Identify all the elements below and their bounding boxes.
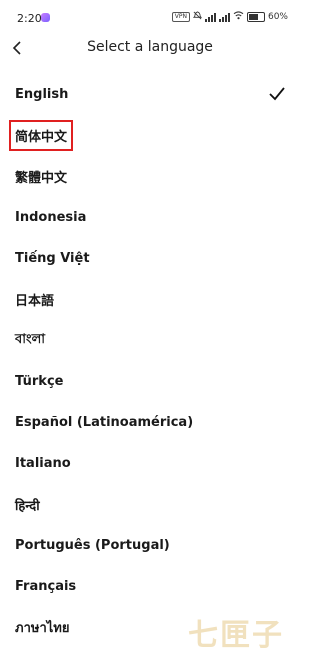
language-label: Français (15, 579, 77, 594)
status-icons: VPN 60% (171, 11, 288, 23)
language-label: Tiếng Việt (15, 251, 90, 266)
vpn-icon: VPN (171, 12, 190, 22)
language-label: Indonesia (15, 210, 87, 225)
mute-icon (192, 11, 203, 23)
language-item[interactable]: Indonesia (0, 197, 300, 238)
language-item[interactable]: Türkçe (0, 361, 300, 402)
language-item[interactable]: 繁體中文 (0, 156, 300, 197)
language-label: ภาษาไทย (15, 621, 70, 636)
language-item[interactable]: Italiano (0, 443, 300, 484)
signal-icon-2 (218, 12, 230, 22)
page-title: Select a language (87, 39, 213, 55)
battery-icon (246, 12, 265, 22)
language-item[interactable]: 日本語 (0, 279, 300, 320)
language-item[interactable]: हिन्दी (0, 484, 300, 525)
language-label: English (15, 87, 69, 102)
watermark-logo: 七匣子 (188, 618, 284, 653)
language-item[interactable]: বাংলা (0, 320, 300, 361)
language-label: Español (Latinoamérica) (15, 415, 194, 430)
language-label: বাংলা (15, 332, 46, 347)
language-label: 简体中文 (8, 120, 74, 151)
status-time: 2:20 (17, 12, 42, 25)
status-bar: 2:20 VPN 60% (0, 0, 300, 36)
language-item[interactable]: Español (Latinoamérica) (0, 402, 300, 443)
language-list: English 简体中文繁體中文 Indonesia Tiếng Việt 日本語 বাং… (0, 74, 300, 648)
language-item[interactable]: English (0, 74, 300, 115)
language-label: हिन्दी (15, 498, 40, 514)
checkmark-icon (268, 86, 286, 102)
language-label: Türkçe (15, 374, 64, 389)
language-item[interactable]: Português (Portugal) (0, 525, 300, 566)
language-label: Português (Portugal) (15, 538, 170, 553)
battery-percent: 60% (267, 12, 288, 22)
language-label: Italiano (15, 456, 71, 471)
signal-icon (204, 12, 216, 22)
language-item[interactable]: 简体中文 (0, 115, 300, 156)
app-notification-icon (41, 13, 50, 22)
language-item[interactable]: Tiếng Việt (0, 238, 300, 279)
language-label: 日本語 (15, 294, 55, 309)
header: Select a language (0, 36, 300, 62)
language-label: 繁體中文 (15, 171, 68, 186)
language-item[interactable]: Français (0, 566, 300, 607)
wifi-icon (233, 11, 244, 23)
